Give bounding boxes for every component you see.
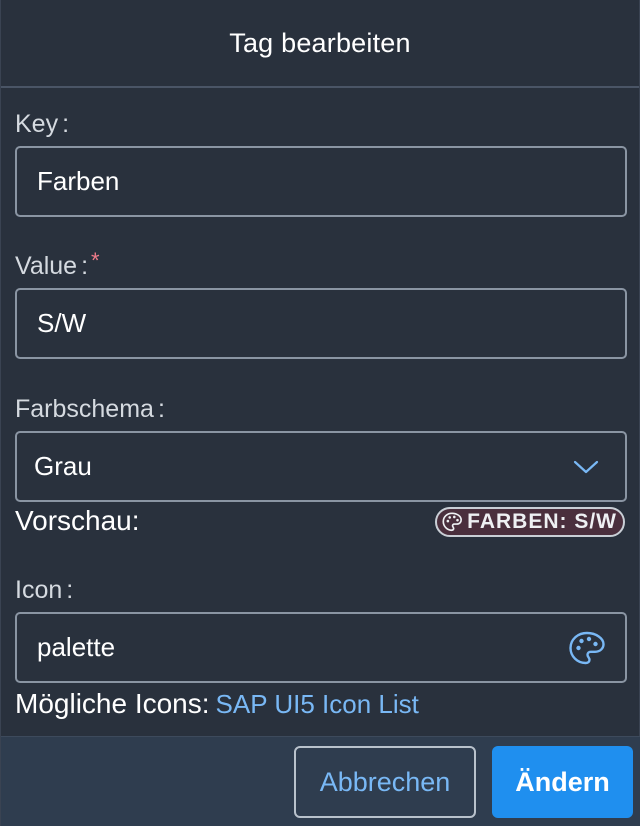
icon-label: Icon: (15, 576, 73, 605)
key-input[interactable] (37, 166, 537, 197)
value-label-colon: : (81, 252, 89, 280)
value-input[interactable] (37, 308, 537, 339)
tag-preview-badge: FARBEN: S/W (435, 507, 625, 537)
color-scheme-label: Farbschema: (15, 395, 165, 424)
icon-input[interactable] (37, 632, 517, 663)
required-marker: * (91, 248, 100, 273)
color-scheme-label-colon: : (157, 395, 165, 423)
key-label-colon: : (62, 110, 70, 138)
value-label-text: Value (15, 252, 78, 280)
tag-preview-text: FARBEN: S/W (467, 510, 617, 533)
chevron-down-icon[interactable] (573, 459, 599, 475)
color-scheme-selected-value: Grau (34, 451, 92, 481)
key-label-text: Key (15, 110, 59, 138)
color-scheme-select[interactable]: Grau (15, 431, 627, 502)
cancel-button[interactable]: Abbrechen (294, 746, 476, 818)
dialog-footer: Abbrechen Ändern (1, 736, 640, 826)
value-field[interactable] (15, 288, 627, 359)
value-label: Value: * (15, 248, 100, 281)
icon-label-text: Icon (15, 576, 63, 604)
icon-label-colon: : (66, 576, 74, 604)
icon-hint-text: Mögliche Icons: (15, 688, 210, 719)
icon-field[interactable] (15, 612, 627, 683)
dialog-header: Tag bearbeiten (1, 0, 639, 88)
submit-button[interactable]: Ändern (492, 746, 633, 818)
dialog-title: Tag bearbeiten (229, 27, 411, 58)
edit-tag-dialog: Tag bearbeiten Key: Value:* Farbschema: … (0, 0, 640, 826)
color-scheme-label-text: Farbschema (15, 395, 154, 423)
key-label: Key: (15, 110, 69, 139)
key-field[interactable] (15, 146, 627, 217)
preview-label: Vorschau: (15, 505, 140, 536)
icon-hint: Mögliche Icons: SAP UI5 Icon List (15, 688, 419, 720)
palette-icon (442, 512, 463, 532)
icon-list-link[interactable]: SAP UI5 Icon List (216, 689, 419, 719)
palette-icon (569, 631, 605, 664)
